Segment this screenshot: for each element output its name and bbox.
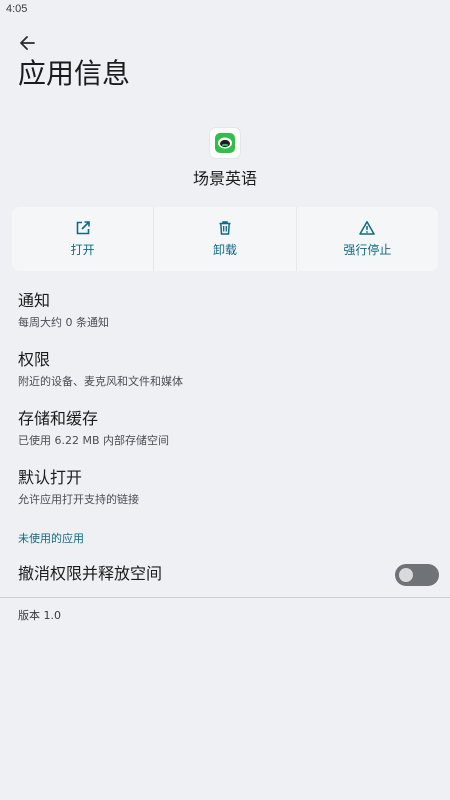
action-bar: 打开 卸载 强行停止 <box>12 207 438 271</box>
uninstall-label: 卸载 <box>212 243 237 257</box>
app-info-screen: 4:05 应用信息 场景英语 打开 卸载 强行停止 通知 每周大约 0 条通知 … <box>0 0 450 800</box>
divider <box>0 597 450 598</box>
setting-subtitle: 允许应用打开支持的链接 <box>18 493 139 506</box>
status-bar: 4:05 <box>0 0 450 22</box>
status-time: 4:05 <box>6 3 28 15</box>
toggle-knob <box>399 568 413 582</box>
app-logo-icon <box>210 128 240 158</box>
setting-notifications[interactable]: 通知 每周大约 0 条通知 <box>0 290 450 342</box>
uninstall-button[interactable]: 卸载 <box>154 207 297 271</box>
unused-apps-section-header: 未使用的应用 <box>18 532 84 545</box>
force-stop-button[interactable]: 强行停止 <box>297 207 438 271</box>
setting-subtitle: 已使用 6.22 MB 内部存储空间 <box>18 434 170 447</box>
setting-title: 通知 <box>18 291 51 310</box>
remove-permissions-label: 撤消权限并释放空间 <box>18 564 163 583</box>
setting-title: 权限 <box>18 350 51 369</box>
remove-permissions-row[interactable]: 撤消权限并释放空间 <box>0 562 450 588</box>
setting-subtitle: 每周大约 0 条通知 <box>18 316 109 329</box>
remove-permissions-toggle[interactable] <box>395 564 439 586</box>
setting-title: 存储和缓存 <box>18 409 99 428</box>
setting-title: 默认打开 <box>18 468 83 487</box>
force-stop-label: 强行停止 <box>343 243 392 257</box>
open-external-icon <box>76 221 90 235</box>
setting-subtitle: 附近的设备、麦克风和文件和媒体 <box>18 375 183 388</box>
setting-storage-cache[interactable]: 存储和缓存 已使用 6.22 MB 内部存储空间 <box>0 408 450 460</box>
app-name: 场景英语 <box>192 169 257 188</box>
page-title: 应用信息 <box>18 57 131 90</box>
setting-permissions[interactable]: 权限 附近的设备、麦克风和文件和媒体 <box>0 349 450 401</box>
open-button[interactable]: 打开 <box>12 207 155 271</box>
trash-icon <box>219 221 231 235</box>
arrow-back-icon <box>20 36 35 50</box>
app-header: 场景英语 <box>0 128 450 190</box>
setting-open-by-default[interactable]: 默认打开 允许应用打开支持的链接 <box>0 467 450 519</box>
back-button[interactable] <box>14 30 40 56</box>
version-text: 版本 1.0 <box>18 609 61 622</box>
warning-icon <box>359 221 376 235</box>
open-label: 打开 <box>70 243 95 257</box>
